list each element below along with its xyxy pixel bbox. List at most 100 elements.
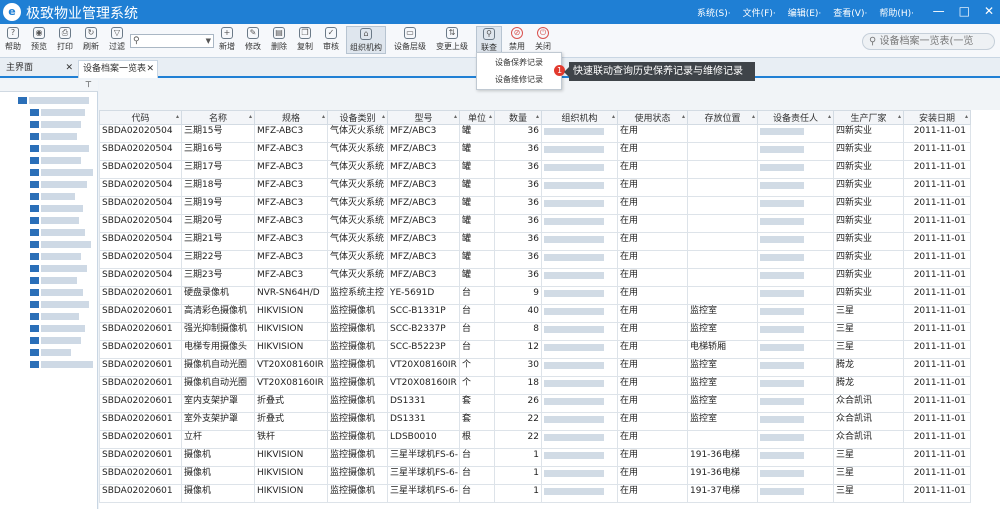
table-row[interactable]: SBDA02020601 摄像机自动光圈 VT20X08160IR 监控摄像机 VT20… bbox=[99, 376, 971, 395]
menu-view[interactable]: 查看(V)· bbox=[833, 6, 867, 19]
column-header[interactable]: 名称 ▴ bbox=[181, 110, 255, 125]
audit-button[interactable]: ✓ 审核 bbox=[318, 26, 344, 52]
table-row[interactable]: SBDA02020601 室外支架护罩 折叠式 监控摄像机 DS1331 套 22 在用 监控室… bbox=[99, 412, 971, 431]
close-tab-icon[interactable]: ✕ bbox=[65, 60, 73, 76]
device-level-button[interactable]: ▭ 设备层级 bbox=[390, 26, 430, 52]
table-cell: VT20X08160IR bbox=[387, 376, 460, 395]
table-row[interactable]: SBDA02020504 三期22号 MFZ-ABC3 气体灭火系统 MFZ/ABC3 罐… bbox=[99, 250, 971, 269]
table-cell: 36 bbox=[494, 250, 542, 269]
menu-help[interactable]: 帮助(H)· bbox=[879, 6, 914, 19]
table-row[interactable]: SBDA02020504 三期19号 MFZ-ABC3 气体灭火系统 MFZ/ABC3 罐… bbox=[99, 196, 971, 215]
disable-button[interactable]: ⊘ 禁用 bbox=[504, 26, 530, 52]
toolbar-search-input[interactable]: ⚲ ▼ bbox=[130, 34, 214, 48]
column-header[interactable]: 设备责任人 ▴ bbox=[757, 110, 834, 125]
redacted-value bbox=[544, 254, 604, 261]
table-cell: 台 bbox=[459, 466, 495, 485]
sort-icon[interactable]: ▴ bbox=[322, 113, 325, 120]
sort-icon[interactable]: ▴ bbox=[489, 113, 492, 120]
sort-icon[interactable]: ▴ bbox=[249, 113, 252, 120]
sort-icon[interactable]: ▴ bbox=[382, 113, 385, 120]
column-header[interactable]: 规格 ▴ bbox=[254, 110, 328, 125]
column-header[interactable]: 型号 ▴ bbox=[387, 110, 460, 125]
column-header[interactable]: 使用状态 ▴ bbox=[617, 110, 688, 125]
column-header[interactable]: 安装日期 ▴ bbox=[903, 110, 971, 125]
table-cell bbox=[541, 286, 618, 305]
delete-button[interactable]: ▤ 删除 bbox=[266, 26, 292, 52]
sort-icon[interactable]: ▴ bbox=[682, 113, 685, 120]
table-row[interactable]: SBDA02020601 电梯专用摄像头 HIKVISION 监控摄像机 SCC-B52… bbox=[99, 340, 971, 359]
table-cell: SBDA02020601 bbox=[99, 430, 182, 449]
sort-icon[interactable]: ▴ bbox=[176, 113, 179, 120]
sort-icon[interactable]: ▴ bbox=[536, 113, 539, 120]
table-row[interactable]: SBDA02020601 硬盘录像机 NVR-SN64H/D 监控系统主控 YE-569… bbox=[99, 286, 971, 305]
global-search-input[interactable]: ⚲ 设备档案一览表(一览 bbox=[862, 33, 995, 50]
menu-item-maintenance-record[interactable]: 设备保养记录 bbox=[477, 53, 561, 70]
table-row[interactable]: SBDA02020504 三期18号 MFZ-ABC3 气体灭火系统 MFZ/ABC3 罐… bbox=[99, 178, 971, 197]
print-button[interactable]: ⎙ 打印 bbox=[52, 26, 78, 52]
close-tab-icon[interactable]: ✕ bbox=[146, 61, 154, 77]
copy-button[interactable]: ❐ 复制 bbox=[292, 26, 318, 52]
table-cell: 三星 bbox=[833, 466, 904, 485]
organization-tree[interactable] bbox=[0, 92, 98, 509]
table-row[interactable]: SBDA02020601 室内支架护罩 折叠式 监控摄像机 DS1331 套 26 在用 监控室… bbox=[99, 394, 971, 413]
table-row[interactable]: SBDA02020601 摄像机 HIKVISION 监控摄像机 三星半球机FS-6- 台… bbox=[99, 448, 971, 467]
refresh-button[interactable]: ↻ 刷新 bbox=[78, 26, 104, 52]
sort-icon[interactable]: ▴ bbox=[965, 113, 968, 120]
table-row[interactable]: SBDA02020601 高清彩色摄像机 HIKVISION 监控摄像机 SCC-B13… bbox=[99, 304, 971, 323]
sort-icon[interactable]: ▴ bbox=[752, 113, 755, 120]
table-cell bbox=[541, 394, 618, 413]
column-header[interactable]: 单位 ▴ bbox=[459, 110, 495, 125]
close-window-icon[interactable]: ✕ bbox=[984, 4, 994, 18]
linked-query-button[interactable]: ⚲ 联查 bbox=[476, 26, 502, 54]
table-cell: 监控摄像机 bbox=[327, 358, 388, 377]
column-header[interactable]: 存放位置 ▴ bbox=[687, 110, 758, 125]
change-parent-button[interactable]: ⇅ 变更上级 bbox=[432, 26, 472, 52]
table-cell: 在用 bbox=[617, 304, 688, 323]
column-header[interactable]: 设备类别 ▴ bbox=[327, 110, 388, 125]
tab-main[interactable]: 主界面 ✕ bbox=[2, 60, 76, 78]
maximize-icon[interactable]: □ bbox=[959, 4, 970, 18]
column-header[interactable]: 生产厂家 ▴ bbox=[833, 110, 904, 125]
table-cell: 8 bbox=[494, 322, 542, 341]
sort-icon[interactable]: ▴ bbox=[898, 113, 901, 120]
minimize-icon[interactable]: — bbox=[933, 4, 945, 18]
table-row[interactable]: SBDA02020504 三期17号 MFZ-ABC3 气体灭火系统 MFZ/ABC3 罐… bbox=[99, 160, 971, 179]
sort-icon[interactable]: ▴ bbox=[828, 113, 831, 120]
filter-button[interactable]: ▽ 过滤 bbox=[104, 26, 130, 52]
help-button[interactable]: ? 帮助 bbox=[0, 26, 26, 52]
table-row[interactable]: SBDA02020504 三期21号 MFZ-ABC3 气体灭火系统 MFZ/ABC3 罐… bbox=[99, 232, 971, 251]
preview-button[interactable]: ◉ 预览 bbox=[26, 26, 52, 52]
table-row[interactable]: SBDA02020601 摄像机 HIKVISION 监控摄像机 三星半球机FS-6- 台… bbox=[99, 484, 971, 503]
pin-icon[interactable]: ⊤ bbox=[85, 80, 92, 89]
table-row[interactable]: SBDA02020601 强光抑制摄像机 HIKVISION 监控摄像机 SCC-B23… bbox=[99, 322, 971, 341]
sort-icon[interactable]: ▴ bbox=[612, 113, 615, 120]
table-cell: 2011-11-01 bbox=[903, 196, 971, 215]
table-row[interactable]: SBDA02020601 摄像机自动光圈 VT20X08160IR 监控摄像机 VT20… bbox=[99, 358, 971, 377]
add-button[interactable]: + 新增 bbox=[214, 26, 240, 52]
column-header[interactable]: 代码 ▴ bbox=[99, 110, 182, 125]
table-cell: 在用 bbox=[617, 142, 688, 161]
close-button[interactable]: ⏻ 关闭 bbox=[530, 26, 556, 52]
table-row[interactable]: SBDA02020601 摄像机 HIKVISION 监控摄像机 三星半球机FS-6- 台… bbox=[99, 466, 971, 485]
table-row[interactable]: SBDA02020504 三期20号 MFZ-ABC3 气体灭火系统 MFZ/ABC3 罐… bbox=[99, 214, 971, 233]
chevron-down-icon[interactable]: ▼ bbox=[206, 37, 211, 45]
column-header[interactable]: 数量 ▴ bbox=[494, 110, 542, 125]
table-row[interactable]: SBDA02020504 三期15号 MFZ-ABC3 气体灭火系统 MFZ/ABC3 罐… bbox=[99, 124, 971, 143]
tab-device-archive[interactable]: 设备档案一览表 ✕ bbox=[78, 60, 158, 78]
table-row[interactable]: SBDA02020504 三期16号 MFZ-ABC3 气体灭火系统 MFZ/ABC3 罐… bbox=[99, 142, 971, 161]
menu-system[interactable]: 系统(S)· bbox=[697, 6, 731, 19]
table-cell bbox=[757, 286, 834, 305]
sort-icon[interactable]: ▴ bbox=[454, 113, 457, 120]
table-cell bbox=[757, 160, 834, 179]
table-cell: 在用 bbox=[617, 214, 688, 233]
organization-button[interactable]: ⌂ 组织机构 bbox=[346, 26, 386, 54]
redacted-value bbox=[760, 452, 804, 459]
menu-file[interactable]: 文件(F)· bbox=[743, 6, 776, 19]
menu-edit[interactable]: 编辑(E)· bbox=[788, 6, 822, 19]
table-row[interactable]: SBDA02020504 三期23号 MFZ-ABC3 气体灭火系统 MFZ/ABC3 罐… bbox=[99, 268, 971, 287]
column-header[interactable]: 组织机构 ▴ bbox=[541, 110, 618, 125]
table-cell: 强光抑制摄像机 bbox=[181, 322, 255, 341]
table-row[interactable]: SBDA02020601 立杆 铁杆 监控摄像机 LDSB0010 根 22 在用 众合凯讯 20… bbox=[99, 430, 971, 449]
menu-item-repair-record[interactable]: 设备维修记录 bbox=[477, 70, 561, 87]
edit-button[interactable]: ✎ 修改 bbox=[240, 26, 266, 52]
